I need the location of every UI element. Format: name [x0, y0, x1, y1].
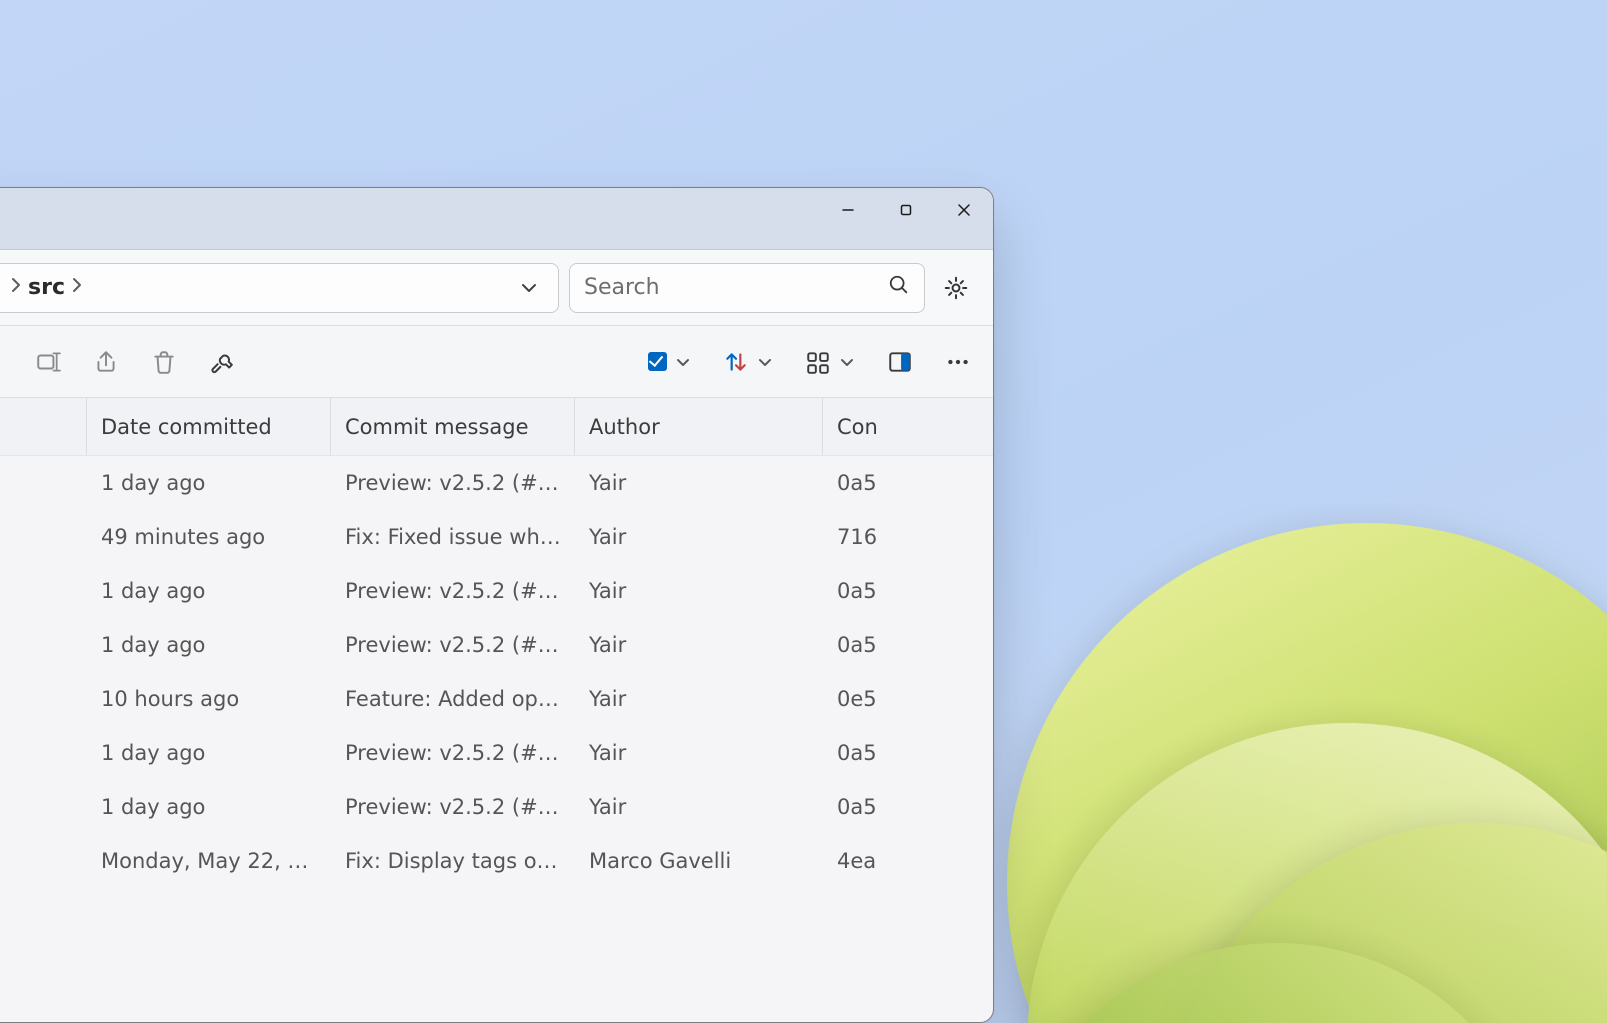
selection-options-button[interactable] [648, 352, 691, 371]
cell-hash: 0e5 [823, 687, 993, 711]
table-row[interactable]: 1 day agoPreview: v2.5.2 (#12662)Yair0a5 [0, 618, 993, 672]
cell-date: 1 day ago [87, 795, 331, 819]
cell-hash: 4ea [823, 849, 993, 873]
cell-date: Monday, May 22, 2023 [87, 849, 331, 873]
minimize-button[interactable] [819, 188, 877, 232]
table-row[interactable]: 1 day agoPreview: v2.5.2 (#12662)Yair0a5 [0, 456, 993, 510]
cell-hash: 0a5 [823, 633, 993, 657]
toolbar [0, 326, 993, 398]
table-row[interactable]: 10 hours agoFeature: Added option t…Yair… [0, 672, 993, 726]
cell-date: 1 day ago [87, 471, 331, 495]
cell-author: Yair [575, 795, 823, 819]
sort-button[interactable] [723, 349, 773, 375]
table-row[interactable]: Monday, May 22, 2023Fix: Display tags on… [0, 834, 993, 888]
cell-author: Marco Gavelli [575, 849, 823, 873]
search-input[interactable]: Search [569, 263, 925, 313]
cell-message: Preview: v2.5.2 (#12662) [331, 633, 575, 657]
cell-message: Fix: Display tags on netw… [331, 849, 575, 873]
column-header-commit-message[interactable]: Commit message [331, 398, 575, 455]
delete-button[interactable] [151, 349, 177, 375]
cell-message: Preview: v2.5.2 (#12662) [331, 471, 575, 495]
properties-button[interactable] [209, 349, 235, 375]
settings-button[interactable] [935, 267, 977, 309]
cell-hash: 0a5 [823, 741, 993, 765]
address-history-dropdown[interactable] [512, 278, 546, 298]
table-header: Git status Date committed Commit message… [0, 398, 993, 456]
cell-message: Preview: v2.5.2 (#12662) [331, 579, 575, 603]
cell-date: 1 day ago [87, 741, 331, 765]
column-header-date-committed[interactable]: Date committed [87, 398, 331, 455]
search-icon [888, 274, 910, 302]
cell-date: 10 hours ago [87, 687, 331, 711]
column-header-commit-hash[interactable]: Con [823, 398, 993, 455]
close-button[interactable] [935, 188, 993, 232]
table-row[interactable]: 1 day agoPreview: v2.5.2 (#12662)Yair0a5 [0, 726, 993, 780]
cell-hash: 0a5 [823, 795, 993, 819]
desktop-wallpaper [957, 503, 1607, 1023]
cell-author: Yair [575, 471, 823, 495]
titlebar [0, 188, 993, 250]
preview-pane-button[interactable] [887, 349, 913, 375]
share-button[interactable] [93, 349, 119, 375]
cell-hash: 716 [823, 525, 993, 549]
nav-row: src Search [0, 250, 993, 326]
cell-message: Feature: Added option t… [331, 687, 575, 711]
cell-message: Preview: v2.5.2 (#12662) [331, 795, 575, 819]
chevron-right-icon [71, 275, 83, 300]
column-header-author[interactable]: Author [575, 398, 823, 455]
cell-date: 1 day ago [87, 579, 331, 603]
cell-date: 49 minutes ago [87, 525, 331, 549]
cell-author: Yair [575, 525, 823, 549]
table-row[interactable]: 1 day agoPreview: v2.5.2 (#12662)Yair0a5 [0, 564, 993, 618]
maximize-button[interactable] [877, 188, 935, 232]
search-placeholder: Search [584, 275, 888, 300]
layout-button[interactable] [805, 349, 855, 375]
cell-author: Yair [575, 687, 823, 711]
cell-author: Yair [575, 579, 823, 603]
cell-date: 1 day ago [87, 633, 331, 657]
table-row[interactable]: 1 day agoPreview: v2.5.2 (#12662)Yair0a5 [0, 780, 993, 834]
cell-hash: 0a5 [823, 471, 993, 495]
address-bar[interactable]: src [0, 263, 559, 313]
cell-message: Preview: v2.5.2 (#12662) [331, 741, 575, 765]
table-body: 1 day agoPreview: v2.5.2 (#12662)Yair0a5… [0, 456, 993, 888]
breadcrumb-segment[interactable]: src [28, 275, 65, 300]
cell-author: Yair [575, 741, 823, 765]
checkbox-icon [648, 352, 667, 371]
cell-hash: 0a5 [823, 579, 993, 603]
chevron-right-icon [10, 275, 22, 300]
cell-author: Yair [575, 633, 823, 657]
rename-button[interactable] [35, 349, 61, 375]
column-header-git-status[interactable]: Git status [0, 398, 87, 455]
table-row[interactable]: 49 minutes agoFix: Fixed issue where mi…… [0, 510, 993, 564]
app-window: src Search [0, 187, 994, 1023]
cell-message: Fix: Fixed issue where mi… [331, 525, 575, 549]
more-button[interactable] [945, 349, 971, 375]
